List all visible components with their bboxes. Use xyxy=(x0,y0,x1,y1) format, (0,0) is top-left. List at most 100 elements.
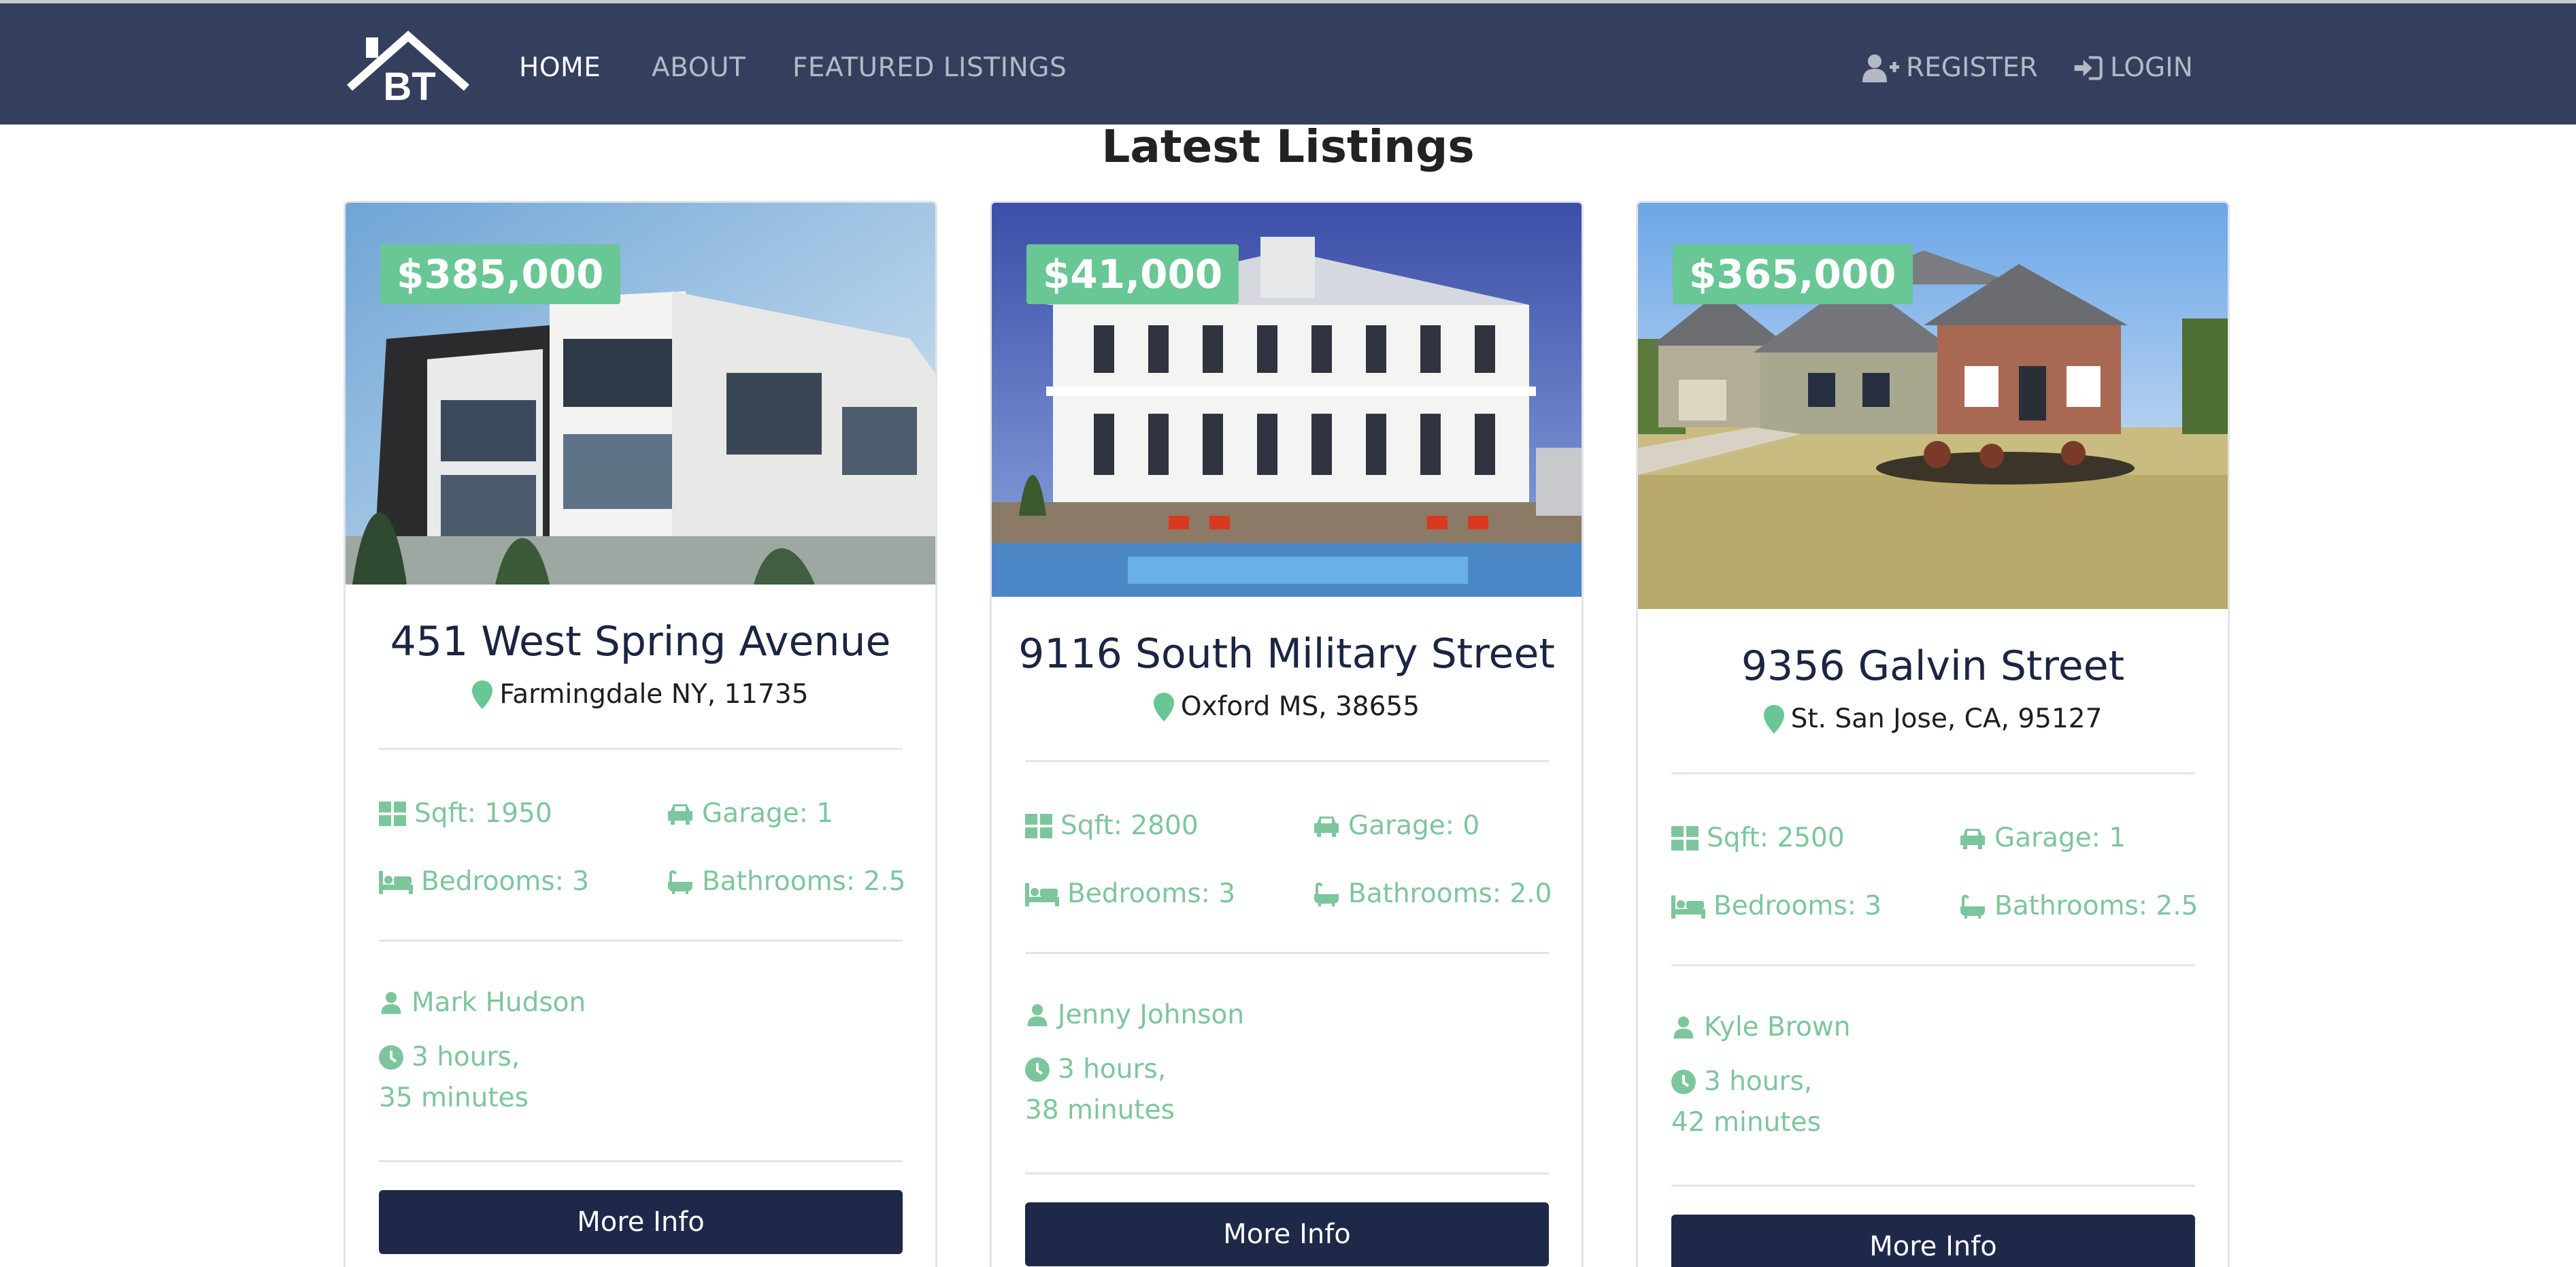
bedrooms-feature: Bedrooms: 3 xyxy=(1025,878,1235,910)
agent-feature: Jenny Johnson xyxy=(1025,999,1244,1032)
bath-icon xyxy=(1960,895,1985,919)
agent-name[interactable]: Jenny Johnson xyxy=(1058,999,1244,1032)
listing-title[interactable]: 9356 Galvin Street xyxy=(1638,639,2228,693)
user-plus-icon xyxy=(1862,54,1899,82)
more-info-button[interactable]: More Info xyxy=(379,1190,903,1254)
agent-feature: Kyle Brown xyxy=(1671,1011,1850,1044)
user-icon xyxy=(1673,1016,1694,1039)
login-label: LOGIN xyxy=(2110,52,2193,83)
sign-in-icon xyxy=(2074,56,2103,80)
house-logo[interactable]: BT xyxy=(346,29,471,105)
bath-icon xyxy=(1314,883,1339,906)
clock-icon xyxy=(379,1045,403,1070)
bedrooms-feature: Bedrooms: 3 xyxy=(1671,890,1881,923)
agent-name[interactable]: Kyle Brown xyxy=(1704,1011,1850,1044)
navbar: BT HOME ABOUT FEATURED LISTINGS REGISTER… xyxy=(0,3,2576,125)
location-text: Oxford MS, 38655 xyxy=(1180,691,1420,722)
user-icon xyxy=(381,991,401,1015)
price-badge: $385,000 xyxy=(380,244,620,304)
more-info-button[interactable]: More Info xyxy=(1671,1215,2195,1267)
location-text: Farmingdale NY, 11735 xyxy=(499,679,809,710)
grid-icon xyxy=(1025,814,1052,838)
login-link[interactable]: LOGIN xyxy=(2073,52,2193,84)
sqft-text: Sqft: 2500 xyxy=(1707,823,1845,853)
divider xyxy=(1025,952,1549,954)
divider xyxy=(1671,964,2195,966)
car-icon xyxy=(1960,829,1985,849)
listing-card: $41,000 9116 South Military Street Oxfor… xyxy=(990,201,1584,1267)
register-link[interactable]: REGISTER xyxy=(1862,52,2038,84)
listing-location: St. San Jose, CA, 95127 xyxy=(1638,703,2228,736)
listing-location: Farmingdale NY, 11735 xyxy=(346,678,935,711)
divider xyxy=(1025,760,1549,762)
listing-card: $365,000 9356 Galvin Street St. San Jose… xyxy=(1636,201,2230,1267)
bathrooms-text: Bathrooms: 2.0 xyxy=(1348,878,1552,909)
garage-feature: Garage: 1 xyxy=(667,797,833,830)
time-line-1: 3 hours, xyxy=(1704,1066,1813,1097)
clock-icon xyxy=(1671,1070,1696,1094)
nav-about[interactable]: ABOUT xyxy=(652,52,746,84)
sqft-text: Sqft: 2800 xyxy=(1060,810,1199,841)
time-line-2-row: 35 minutes xyxy=(379,1082,529,1115)
grid-icon xyxy=(1671,826,1699,851)
bed-icon xyxy=(379,871,413,894)
time-line-1: 3 hours, xyxy=(1058,1054,1167,1085)
sqft-text: Sqft: 1950 xyxy=(414,798,552,829)
car-icon xyxy=(1314,817,1339,837)
bedrooms-feature: Bedrooms: 3 xyxy=(379,866,589,898)
listing-location: Oxford MS, 38655 xyxy=(992,691,1582,723)
map-marker-icon xyxy=(1763,705,1784,734)
sqft-feature: Sqft: 1950 xyxy=(379,797,552,830)
car-icon xyxy=(668,804,692,825)
grid-icon xyxy=(379,802,406,826)
agent-feature: Mark Hudson xyxy=(379,987,586,1019)
bedrooms-text: Bedrooms: 3 xyxy=(421,866,590,897)
bed-icon xyxy=(1671,895,1705,919)
bathrooms-feature: Bathrooms: 2.5 xyxy=(1959,890,2198,923)
more-info-button[interactable]: More Info xyxy=(1025,1202,1549,1266)
bed-icon xyxy=(1025,883,1059,906)
user-icon xyxy=(1027,1004,1048,1027)
bath-icon xyxy=(668,870,692,894)
time-line-2: 38 minutes xyxy=(1025,1095,1175,1125)
garage-text: Garage: 0 xyxy=(1348,810,1480,841)
nav-featured-listings[interactable]: FEATURED LISTINGS xyxy=(792,52,1067,84)
divider xyxy=(1671,772,2195,774)
register-label: REGISTER xyxy=(1906,52,2038,83)
price-badge: $41,000 xyxy=(1026,244,1239,304)
time-line-2: 35 minutes xyxy=(379,1083,529,1113)
divider xyxy=(379,940,903,942)
listing-title[interactable]: 9116 South Military Street xyxy=(992,627,1582,681)
section-title: Latest Listings xyxy=(1101,120,1475,173)
time-feature: 3 hours, xyxy=(1025,1053,1166,1086)
time-line-2: 42 minutes xyxy=(1671,1107,1821,1138)
garage-text: Garage: 1 xyxy=(702,798,834,829)
bedrooms-text: Bedrooms: 3 xyxy=(1067,878,1236,909)
map-marker-icon xyxy=(1153,693,1174,721)
divider xyxy=(379,1160,903,1162)
listing-title[interactable]: 451 West Spring Avenue xyxy=(346,614,935,669)
time-line-2-row: 42 minutes xyxy=(1671,1106,1821,1139)
time-line-2-row: 38 minutes xyxy=(1025,1094,1175,1127)
time-line-1: 3 hours, xyxy=(412,1042,520,1072)
agent-name[interactable]: Mark Hudson xyxy=(412,987,586,1019)
sqft-feature: Sqft: 2500 xyxy=(1671,822,1845,855)
bathrooms-text: Bathrooms: 2.5 xyxy=(702,866,906,897)
clock-icon xyxy=(1025,1057,1050,1082)
listing-card: $385,000 451 West Spring Avenue Farmingd… xyxy=(344,201,937,1267)
nav-home[interactable]: HOME xyxy=(519,52,601,84)
divider xyxy=(379,748,903,750)
sqft-feature: Sqft: 2800 xyxy=(1025,810,1199,842)
map-marker-icon xyxy=(472,680,493,709)
price-badge: $365,000 xyxy=(1673,244,1913,304)
bathrooms-feature: Bathrooms: 2.0 xyxy=(1313,878,1552,910)
location-text: St. San Jose, CA, 95127 xyxy=(1790,704,2103,734)
garage-feature: Garage: 1 xyxy=(1959,822,2126,855)
time-feature: 3 hours, xyxy=(1671,1066,1812,1098)
logo-text: BT xyxy=(383,65,435,105)
time-feature: 3 hours, xyxy=(379,1041,520,1074)
bedrooms-text: Bedrooms: 3 xyxy=(1713,891,1882,921)
divider xyxy=(1671,1185,2195,1187)
garage-text: Garage: 1 xyxy=(1994,823,2126,853)
bathrooms-feature: Bathrooms: 2.5 xyxy=(667,866,905,898)
